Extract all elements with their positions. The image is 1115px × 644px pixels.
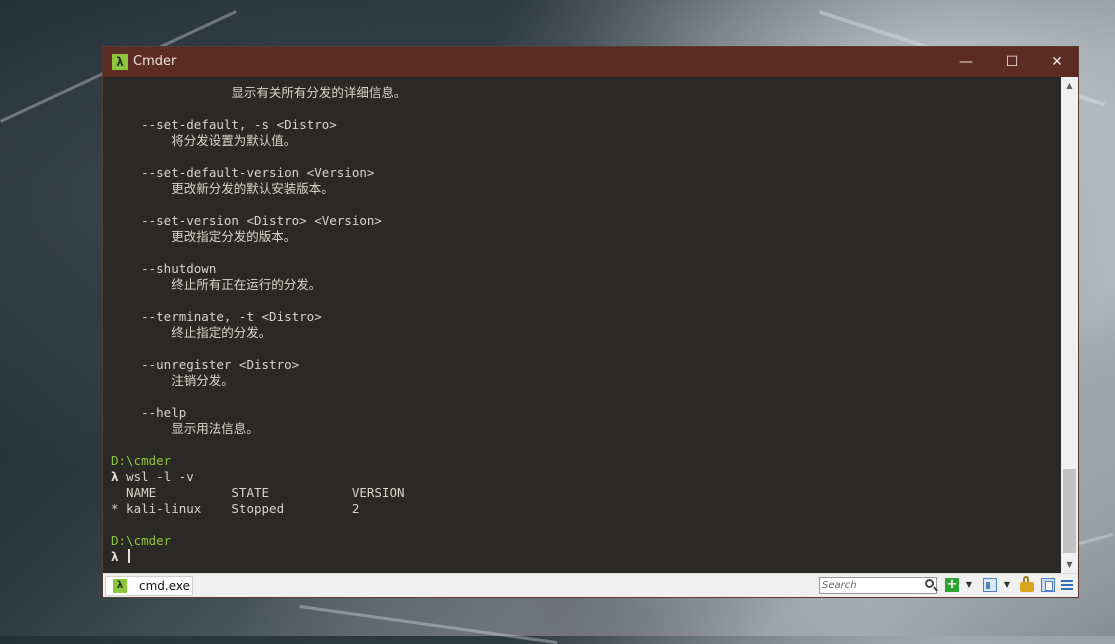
search-input[interactable]: [822, 578, 920, 593]
cmder-window: λ Cmder — ☐ ✕ 显示有关所有分发的详细信息。 --set-defau…: [102, 46, 1079, 598]
menu-icon[interactable]: [1061, 578, 1073, 592]
wsl-list-row: * kali-linux Stopped 2: [111, 501, 360, 516]
tab-cmd[interactable]: λ cmd.exe: [105, 576, 193, 596]
command-text: wsl -l -v: [126, 469, 194, 484]
new-console-dropdown-icon[interactable]: ▼: [965, 578, 973, 592]
status-bar: λ cmd.exe + ▼ ▼: [103, 573, 1078, 597]
text-cursor: [128, 549, 131, 563]
scroll-up-arrow-icon[interactable]: ▲: [1061, 77, 1078, 94]
minimize-button[interactable]: —: [943, 47, 989, 77]
search-icon[interactable]: [925, 579, 934, 588]
console-line: --unregister <Distro>: [111, 357, 300, 372]
lambda-icon: λ: [113, 579, 127, 593]
prompt-symbol: λ: [111, 469, 119, 484]
console-line: 终止指定的分发。: [111, 325, 272, 340]
prompt-path: D:\cmder: [111, 453, 172, 468]
title-bar[interactable]: λ Cmder — ☐ ✕: [103, 47, 1078, 77]
console-line: 显示有关所有分发的详细信息。: [111, 85, 407, 100]
console-line: 终止所有正在运行的分发。: [111, 277, 322, 292]
panel-dropdown-icon[interactable]: ▼: [1003, 578, 1011, 592]
console-line: 注销分发。: [111, 373, 234, 388]
wsl-list-header: NAME STATE VERSION: [111, 485, 405, 500]
command-line: λ wsl -l -v: [111, 469, 194, 485]
console-line: --set-default, -s <Distro>: [111, 117, 337, 132]
split-view-icon[interactable]: [1041, 578, 1055, 592]
maximize-button[interactable]: ☐: [989, 47, 1035, 77]
panel-view-icon[interactable]: [983, 578, 997, 592]
active-prompt-line[interactable]: λ: [111, 549, 131, 565]
console-line: 将分发设置为默认值。: [111, 133, 297, 148]
console-line: --help: [111, 405, 187, 420]
lock-icon[interactable]: [1020, 576, 1034, 592]
console-line: 显示用法信息。: [111, 421, 259, 436]
console-line: 更改指定分发的版本。: [111, 229, 297, 244]
search-box[interactable]: [819, 577, 937, 594]
tab-label: cmd.exe: [139, 579, 191, 593]
scroll-down-arrow-icon[interactable]: ▼: [1061, 556, 1078, 573]
window-title: Cmder: [133, 54, 177, 69]
console-line: --terminate, -t <Distro>: [111, 309, 322, 324]
scroll-thumb[interactable]: [1063, 469, 1076, 553]
vertical-scrollbar[interactable]: ▲ ▼: [1061, 77, 1078, 573]
console-line: 更改新分发的默认安装版本。: [111, 181, 334, 196]
lambda-icon: λ: [112, 54, 128, 70]
console-line: --set-default-version <Version>: [111, 165, 375, 180]
close-button[interactable]: ✕: [1034, 47, 1080, 77]
console-line: --set-version <Distro> <Version>: [111, 213, 382, 228]
console-line: --shutdown: [111, 261, 217, 276]
new-console-button[interactable]: +: [945, 578, 959, 592]
console-output[interactable]: 显示有关所有分发的详细信息。 --set-default, -s <Distro…: [103, 77, 1061, 573]
prompt-path: D:\cmder: [111, 533, 172, 548]
prompt-symbol: λ: [111, 549, 119, 564]
